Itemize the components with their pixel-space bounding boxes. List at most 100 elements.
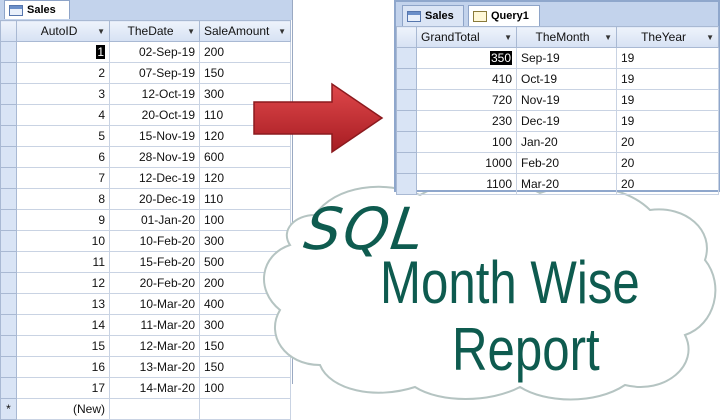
cell-themonth[interactable]: Feb-20 (516, 152, 617, 174)
table-row[interactable]: 9 01-Jan-20 100 (0, 209, 291, 231)
cell-grandtotal[interactable]: 230 (416, 110, 517, 132)
table-row[interactable]: 100 Jan-20 20 (396, 131, 719, 153)
chevron-down-icon[interactable]: ▼ (706, 33, 714, 42)
column-header-themonth[interactable]: TheMonth ▼ (516, 26, 617, 48)
table-row[interactable]: 10 10-Feb-20 300 (0, 230, 291, 252)
record-selector[interactable] (0, 293, 17, 315)
select-all-corner[interactable] (396, 26, 417, 48)
record-selector[interactable] (0, 356, 17, 378)
table-row[interactable]: 11 15-Feb-20 500 (0, 251, 291, 273)
cell-autoid[interactable]: 3 (16, 83, 110, 105)
chevron-down-icon[interactable]: ▼ (504, 33, 512, 42)
cell-theyear[interactable]: 19 (616, 47, 719, 69)
cell-autoid[interactable]: 8 (16, 188, 110, 210)
record-selector[interactable] (396, 110, 417, 132)
table-row[interactable]: 12 20-Feb-20 200 (0, 272, 291, 294)
cell-autoid[interactable]: 17 (16, 377, 110, 399)
cell-theyear[interactable]: 20 (616, 152, 719, 174)
chevron-down-icon[interactable]: ▼ (278, 27, 286, 36)
cell-autoid[interactable]: 7 (16, 167, 110, 189)
cell-autoid[interactable]: 6 (16, 146, 110, 168)
cell-themonth[interactable]: Oct-19 (516, 68, 617, 90)
cell-themonth[interactable]: Dec-19 (516, 110, 617, 132)
cell-thedate[interactable]: 01-Jan-20 (109, 209, 200, 231)
cell-thedate[interactable]: 20-Oct-19 (109, 104, 200, 126)
cell-theyear[interactable]: 20 (616, 173, 719, 195)
column-header-autoid[interactable]: AutoID ▼ (16, 20, 110, 42)
chevron-down-icon[interactable]: ▼ (604, 33, 612, 42)
cell-autoid-new[interactable]: (New) (16, 398, 110, 420)
cell-thedate[interactable]: 12-Mar-20 (109, 335, 200, 357)
record-selector[interactable] (396, 173, 417, 195)
table-row[interactable]: 15 12-Mar-20 150 (0, 335, 291, 357)
table-row[interactable]: 6 28-Nov-19 600 (0, 146, 291, 168)
cell-thedate[interactable]: 10-Feb-20 (109, 230, 200, 252)
table-row[interactable]: 5 15-Nov-19 120 (0, 125, 291, 147)
chevron-down-icon[interactable]: ▼ (97, 27, 105, 36)
record-selector[interactable] (0, 230, 17, 252)
table-row[interactable]: 1100 Mar-20 20 (396, 173, 719, 195)
cell-thedate[interactable]: 20-Feb-20 (109, 272, 200, 294)
cell-autoid[interactable]: 10 (16, 230, 110, 252)
record-selector[interactable] (396, 89, 417, 111)
record-selector[interactable] (396, 68, 417, 90)
cell-thedate[interactable]: 20-Dec-19 (109, 188, 200, 210)
cell-autoid[interactable]: 14 (16, 314, 110, 336)
tab-sales[interactable]: Sales (402, 5, 464, 26)
record-selector[interactable] (0, 62, 17, 84)
cell-thedate[interactable]: 10-Mar-20 (109, 293, 200, 315)
cell-theyear[interactable]: 20 (616, 131, 719, 153)
table-row[interactable]: 2 07-Sep-19 150 (0, 62, 291, 84)
column-header-grandtotal[interactable]: GrandTotal ▼ (416, 26, 517, 48)
record-selector[interactable] (0, 251, 17, 273)
cell-autoid[interactable]: 5 (16, 125, 110, 147)
table-row[interactable]: 3 12-Oct-19 300 (0, 83, 291, 105)
tab-sales[interactable]: Sales (4, 0, 70, 19)
cell-themonth[interactable]: Jan-20 (516, 131, 617, 153)
table-row[interactable]: 1000 Feb-20 20 (396, 152, 719, 174)
cell-theyear[interactable]: 19 (616, 68, 719, 90)
cell-autoid[interactable]: 2 (16, 62, 110, 84)
table-row[interactable]: 410 Oct-19 19 (396, 68, 719, 90)
cell-autoid[interactable]: 13 (16, 293, 110, 315)
cell-themonth[interactable]: Mar-20 (516, 173, 617, 195)
record-selector[interactable] (396, 47, 417, 69)
cell-grandtotal[interactable]: 100 (416, 131, 517, 153)
cell-thedate[interactable]: 28-Nov-19 (109, 146, 200, 168)
cell-thedate[interactable]: 02-Sep-19 (109, 41, 200, 63)
cell-autoid[interactable]: 4 (16, 104, 110, 126)
record-selector[interactable] (0, 167, 17, 189)
record-selector[interactable] (0, 125, 17, 147)
new-record-row[interactable]: * (New) (0, 398, 291, 420)
cell-grandtotal[interactable]: 1100 (416, 173, 517, 195)
table-row[interactable]: 720 Nov-19 19 (396, 89, 719, 111)
cell-themonth[interactable]: Sep-19 (516, 47, 617, 69)
record-selector[interactable] (396, 131, 417, 153)
record-selector[interactable] (0, 272, 17, 294)
cell-grandtotal[interactable]: 410 (416, 68, 517, 90)
table-row[interactable]: 4 20-Oct-19 110 (0, 104, 291, 126)
table-row[interactable]: 8 20-Dec-19 110 (0, 188, 291, 210)
record-selector[interactable] (0, 104, 17, 126)
record-selector[interactable] (0, 335, 17, 357)
record-selector[interactable] (0, 41, 17, 63)
tab-query1[interactable]: Query1 (468, 5, 540, 26)
cell-thedate[interactable]: 07-Sep-19 (109, 62, 200, 84)
cell-themonth[interactable]: Nov-19 (516, 89, 617, 111)
new-record-marker[interactable]: * (0, 398, 17, 420)
cell-thedate[interactable]: 14-Mar-20 (109, 377, 200, 399)
cell-grandtotal[interactable]: 720 (416, 89, 517, 111)
table-row[interactable]: 13 10-Mar-20 400 (0, 293, 291, 315)
cell-theyear[interactable]: 19 (616, 89, 719, 111)
cell-autoid[interactable]: 9 (16, 209, 110, 231)
cell-grandtotal[interactable]: 1000 (416, 152, 517, 174)
cell-autoid[interactable]: 11 (16, 251, 110, 273)
cell-autoid[interactable]: 1 (16, 41, 110, 63)
cell-saleamount[interactable]: 200 (199, 41, 291, 63)
cell-autoid[interactable]: 15 (16, 335, 110, 357)
column-header-thedate[interactable]: TheDate ▼ (109, 20, 200, 42)
cell-autoid[interactable]: 12 (16, 272, 110, 294)
record-selector[interactable] (396, 152, 417, 174)
chevron-down-icon[interactable]: ▼ (187, 27, 195, 36)
select-all-corner[interactable] (0, 20, 17, 42)
